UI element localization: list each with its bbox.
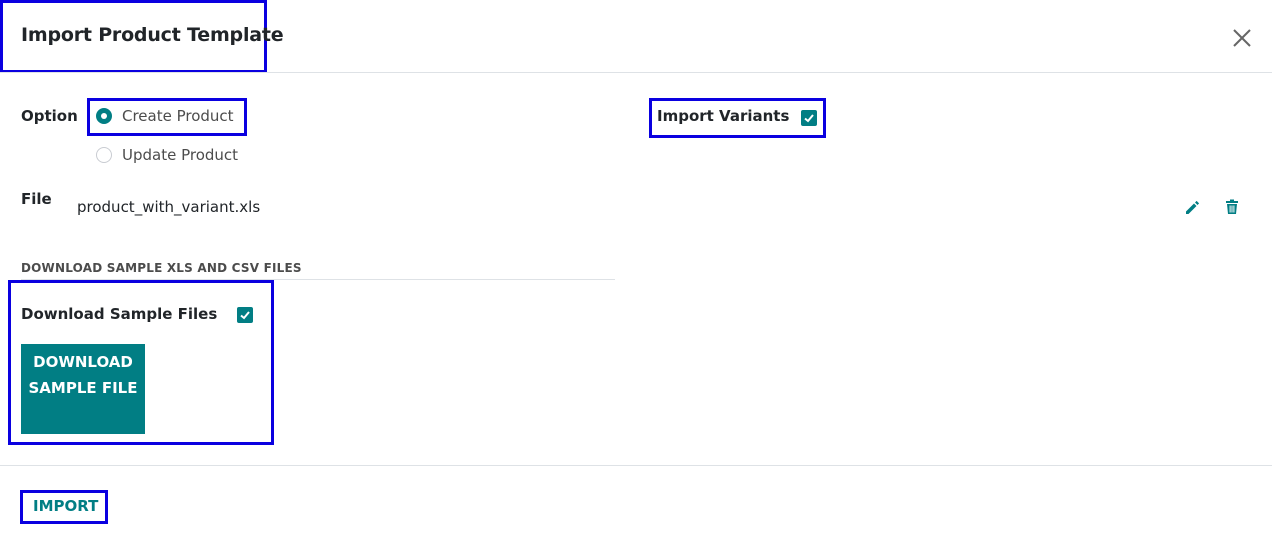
- file-name: product_with_variant.xls: [77, 198, 261, 216]
- import-variants-checkbox[interactable]: [801, 110, 817, 126]
- radio-create-product[interactable]: Create Product: [96, 107, 234, 125]
- close-icon: [1233, 29, 1251, 47]
- check-icon: [240, 311, 250, 320]
- import-dialog: Import Product Template Option Create Pr…: [0, 0, 1272, 544]
- download-sample-file-button[interactable]: DOWNLOAD SAMPLE FILE: [21, 344, 145, 434]
- option-label: Option: [21, 107, 78, 125]
- close-button[interactable]: [1229, 25, 1255, 51]
- download-sample-checkbox[interactable]: [237, 307, 253, 323]
- radio-selected-icon: [96, 108, 112, 124]
- import-button[interactable]: IMPORT: [33, 497, 98, 515]
- pencil-icon: [1186, 200, 1200, 214]
- check-icon: [804, 114, 814, 123]
- dialog-title: Import Product Template: [21, 24, 284, 46]
- import-variants-label: Import Variants: [657, 107, 790, 125]
- sample-section-title: DOWNLOAD SAMPLE XLS AND CSV FILES: [21, 261, 302, 275]
- download-sample-label: Download Sample Files: [21, 305, 218, 323]
- radio-create-product-label: Create Product: [122, 107, 234, 125]
- radio-update-product[interactable]: Update Product: [96, 146, 238, 164]
- footer-divider: [0, 465, 1272, 466]
- radio-unselected-icon: [96, 147, 112, 163]
- file-label: File: [21, 190, 52, 208]
- edit-file-button[interactable]: [1183, 198, 1201, 216]
- radio-update-product-label: Update Product: [122, 146, 239, 164]
- delete-file-button[interactable]: [1223, 198, 1241, 216]
- header-divider: [0, 72, 1272, 73]
- trash-icon: [1226, 199, 1238, 214]
